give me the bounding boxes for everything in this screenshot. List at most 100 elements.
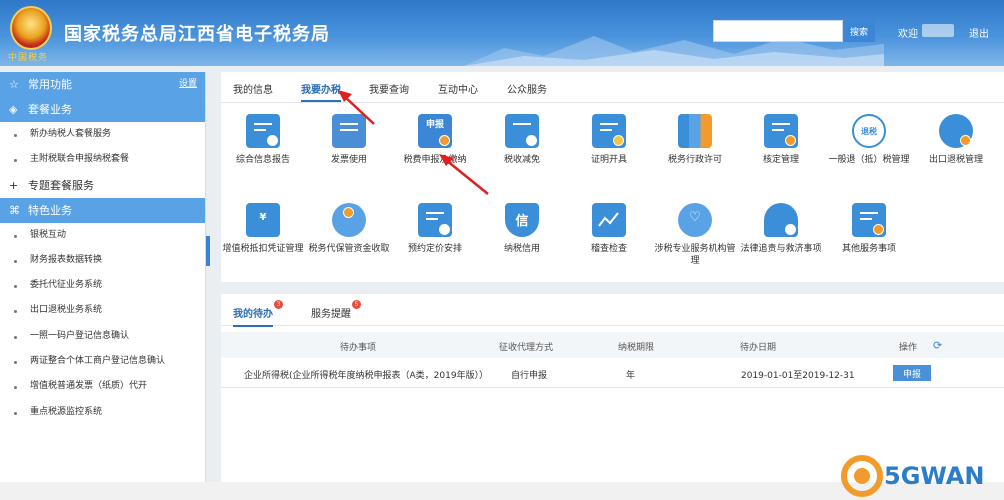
tile-label: 核定管理: [762, 155, 799, 165]
tile-label: 预约定价安排: [407, 244, 462, 254]
sidebar-item[interactable]: 一照一码户登记信息确认: [0, 324, 205, 349]
tile-label: 税务代保管资金收取: [308, 244, 390, 254]
clipboard-icon: [764, 114, 798, 148]
todo-mode: 自行申报: [511, 371, 548, 381]
monitor-chart-icon: [592, 203, 626, 237]
tile-declare-pay[interactable]: 申报 税费申报及缴纳: [392, 114, 478, 166]
sidebar-item[interactable]: 两证整合个体工商户登记信息确认: [0, 349, 205, 374]
sidebar-item[interactable]: 增值税普通发票（纸质）代开: [0, 374, 205, 399]
sidebar-item[interactable]: 出口退税业务系统: [0, 298, 205, 323]
sidebar-item[interactable]: 主附税联合申报纳税套餐: [0, 147, 205, 172]
tile-label: 增值税抵扣凭证管理: [222, 244, 304, 254]
emblem-text: 中国税务: [8, 53, 49, 63]
column-header: 操作: [899, 343, 918, 353]
sidebar-item[interactable]: 财务报表数据转换: [0, 248, 205, 273]
tab-my-info[interactable]: 我的信息: [233, 81, 273, 96]
tile-label: 纳税信用: [503, 244, 540, 254]
todo-tabs: 我的待办 3 服务提醒 5: [221, 294, 1004, 327]
watermark-text: 5GWAN: [884, 462, 985, 490]
site-title: 国家税务总局江西省电子税务局: [64, 24, 330, 45]
settings-link[interactable]: 设置: [179, 72, 197, 97]
tab-label: 服务提醒: [311, 309, 351, 320]
sidebar-section-title: 特色业务: [28, 203, 72, 217]
calculator-icon: [505, 114, 539, 148]
search-button[interactable]: 搜索: [843, 20, 875, 42]
tab-public-service[interactable]: 公众服务: [507, 81, 547, 96]
tile-label: 其他服务事项: [841, 244, 896, 254]
sidebar-section-topic[interactable]: + 专题套餐服务: [0, 172, 205, 198]
sidebar-collapse-handle[interactable]: [206, 236, 210, 266]
todo-item: 企业所得税(企业所得税年度纳税申报表（A类，2019年版））: [244, 371, 489, 381]
tile-label: 税收减免: [503, 155, 540, 165]
star-icon: ☆: [9, 78, 19, 91]
count-badge: 3: [274, 300, 283, 309]
certificate-icon: [592, 114, 626, 148]
sidebar-item[interactable]: 重点税源监控系统: [0, 400, 205, 425]
sidebar-item[interactable]: 新办纳税人套餐服务: [0, 122, 205, 147]
username-masked: [922, 24, 954, 37]
tile-label: 税务行政许可: [667, 155, 722, 165]
column-header: 待办事项: [340, 343, 377, 353]
sidebar-section-package[interactable]: ◈ 套餐业务: [0, 97, 205, 122]
tile-certificate[interactable]: 证明开具: [566, 114, 652, 166]
tab-interaction[interactable]: 互动中心: [438, 81, 478, 96]
hand-money-icon: [332, 203, 366, 237]
refund-icon: 退税: [852, 114, 886, 148]
report-icon: [246, 114, 280, 148]
sidebar-section-special[interactable]: ⌘ 特色业务: [0, 197, 205, 223]
tile-label: 发票使用: [330, 155, 367, 165]
grid-icon: ⌘: [9, 203, 20, 217]
calendar-icon: [418, 203, 452, 237]
tile-label: 涉税专业服务机构管理: [654, 244, 736, 266]
tile-verification[interactable]: 核定管理: [738, 114, 824, 166]
tile-label: 一般退（抵）税管理: [828, 155, 910, 165]
tile-label: 稽查检查: [590, 244, 627, 254]
tile-refund[interactable]: 退税 一般退（抵）税管理: [826, 114, 912, 166]
tile-inspection[interactable]: 稽查检查: [566, 203, 652, 255]
tab-query[interactable]: 我要查询: [369, 81, 409, 96]
todo-date: 2019-01-01至2019-12-31: [741, 371, 855, 381]
tile-pricing-arrangement[interactable]: 预约定价安排: [392, 203, 478, 255]
sidebar-item[interactable]: 银税互动: [0, 223, 205, 248]
voucher-glyph: ¥: [259, 212, 267, 223]
tile-tax-credit[interactable]: 信 纳税信用: [479, 203, 565, 255]
tile-vat-voucher[interactable]: ¥ 增值税抵扣凭证管理: [220, 203, 306, 255]
tile-other-service[interactable]: 其他服务事项: [826, 203, 912, 255]
tile-invoice[interactable]: 发票使用: [306, 114, 392, 166]
other-service-icon: [852, 203, 886, 237]
service-panel: 我的信息 我要办税 我要查询 互动中心 公众服务 综合信息报告 发票使用 申报 …: [221, 72, 1004, 282]
tab-service-reminder[interactable]: 服务提醒 5: [311, 300, 361, 320]
table-header: 待办事项 征收代理方式 纳税期限 待办日期 操作 ⟳: [221, 332, 1004, 358]
tile-tax-reduction[interactable]: 税收减免: [479, 114, 565, 166]
tab-my-todo[interactable]: 我的待办 3: [233, 300, 283, 327]
sidebar-section-title: 常用功能: [28, 78, 72, 91]
ship-icon: [939, 114, 973, 148]
binders-icon: [678, 114, 712, 148]
welcome-text: 欢迎: [898, 29, 918, 40]
logout-link[interactable]: 退出: [969, 25, 989, 40]
tile-info-report[interactable]: 综合信息报告: [220, 114, 306, 166]
declare-button[interactable]: 申报: [893, 365, 931, 381]
column-header: 纳税期限: [618, 343, 655, 353]
main-tabs: 我的信息 我要办税 我要查询 互动中心 公众服务: [221, 72, 1004, 103]
tile-admin-license[interactable]: 税务行政许可: [652, 114, 738, 166]
tab-label: 我的待办: [233, 309, 273, 320]
sidebar-section-common[interactable]: ☆ 常用功能 设置: [0, 72, 205, 97]
tab-do-tax[interactable]: 我要办税: [301, 81, 341, 102]
column-header: 征收代理方式: [499, 343, 554, 353]
tile-legal-remedy[interactable]: 法律追责与救济事项: [738, 203, 824, 255]
printer-icon: [332, 114, 366, 148]
sidebar-section-title: 专题套餐服务: [28, 178, 94, 192]
refresh-icon[interactable]: ⟳: [933, 339, 942, 352]
tax-emblem-icon: [10, 6, 52, 50]
tile-export-refund[interactable]: 出口退税管理: [913, 114, 999, 166]
declare-glyph: 申报: [425, 120, 444, 130]
layers-icon: ◈: [9, 103, 18, 116]
sidebar: ☆ 常用功能 设置 ◈ 套餐业务 新办纳税人套餐服务 主附税联合申报纳税套餐 +…: [0, 72, 206, 482]
search-input[interactable]: [713, 20, 843, 42]
tile-professional-service[interactable]: ♡ 涉税专业服务机构管理: [652, 203, 738, 267]
tile-fund-custody[interactable]: 税务代保管资金收取: [306, 203, 392, 255]
site-header: 中国税务 国家税务总局江西省电子税务局 搜索 欢迎 退出: [0, 0, 1004, 66]
voucher-icon: ¥: [246, 203, 280, 237]
sidebar-item[interactable]: 委托代征业务系统: [0, 273, 205, 298]
